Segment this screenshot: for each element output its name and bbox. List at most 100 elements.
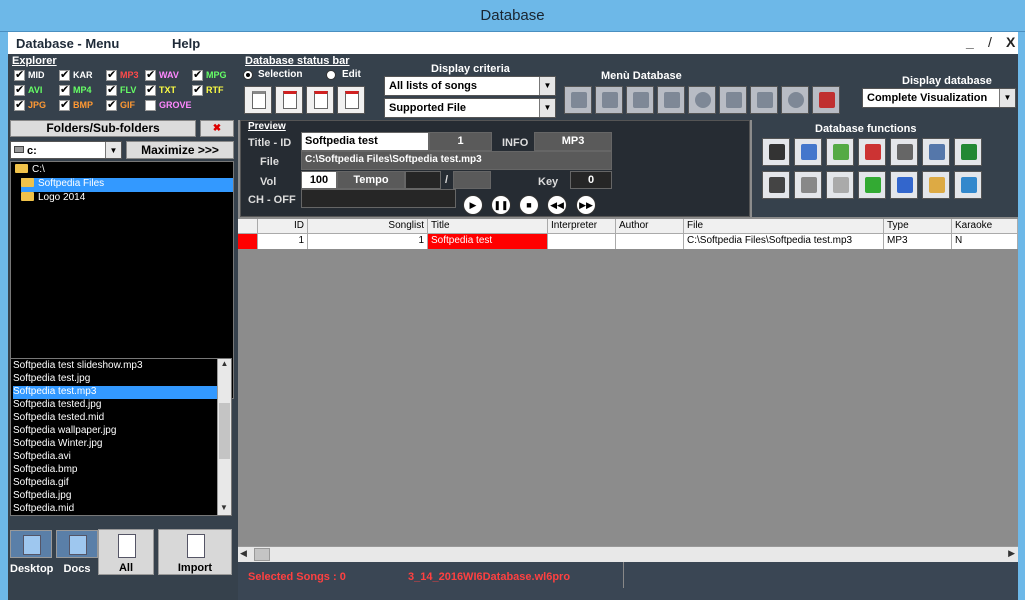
filter-checkbox-mp3[interactable]	[106, 68, 117, 81]
scroll-left-icon[interactable]: ◀	[240, 548, 247, 559]
tools-icon[interactable]	[812, 86, 840, 114]
doc-icon[interactable]	[244, 86, 272, 114]
delete-doc-icon[interactable]	[858, 138, 886, 166]
file-list-item[interactable]: Softpedia test.mp3	[13, 386, 217, 399]
drive-select[interactable]: c: ▼	[10, 141, 122, 159]
rewind-icon[interactable]: ◀◀	[547, 195, 567, 215]
file-list-scrollbar[interactable]: ▲ ▼	[217, 359, 231, 515]
disc-icon[interactable]	[781, 86, 809, 114]
file-list-item[interactable]: Softpedia test slideshow.mp3	[13, 360, 217, 373]
file-list-item[interactable]: Softpedia.bmp	[13, 464, 217, 477]
table-horizontal-scrollbar[interactable]: ◀ ▶	[238, 546, 1018, 562]
import-arrow-icon[interactable]	[762, 138, 790, 166]
search-icon[interactable]	[922, 138, 950, 166]
inbox-icon[interactable]	[626, 86, 654, 114]
tree-item[interactable]: Logo 2014	[21, 192, 233, 206]
table-cell-karaoke[interactable]: N	[952, 234, 1018, 249]
tempo-field[interactable]	[405, 171, 441, 189]
display-database-select[interactable]: Complete Visualization ▼	[862, 88, 1016, 108]
column-header-karaoke[interactable]: Karaoke	[952, 219, 1018, 234]
filter-checkbox-kar[interactable]	[59, 68, 70, 81]
filter-checkbox-flv[interactable]	[106, 83, 117, 96]
disc-edit-icon[interactable]	[794, 138, 822, 166]
filter-checkbox-grove[interactable]	[145, 100, 156, 111]
doc-edit-icon[interactable]	[337, 86, 365, 114]
file-list-item[interactable]: Softpedia.avi	[13, 451, 217, 464]
table-cell-file[interactable]: C:\Softpedia Files\Softpedia test.mp3	[684, 234, 884, 249]
file-list-item[interactable]: Softpedia test.jpg	[13, 373, 217, 386]
chart-icon[interactable]	[858, 171, 886, 199]
pause-icon[interactable]: ❚❚	[491, 195, 511, 215]
scroll-up-icon[interactable]: ▲	[218, 359, 231, 371]
vol-field[interactable]: 100	[301, 171, 337, 189]
tree-item[interactable]: Softpedia Files	[21, 178, 233, 192]
notes-icon[interactable]	[826, 171, 854, 199]
maximize-button[interactable]: Maximize >>>	[126, 141, 234, 159]
close-button[interactable]: X	[1006, 34, 1015, 50]
stop-icon[interactable]: ■	[519, 195, 539, 215]
filter-checkbox-wav[interactable]	[145, 68, 156, 81]
book-icon[interactable]	[595, 86, 623, 114]
chevron-down-icon[interactable]: ▼	[999, 89, 1015, 107]
file-list[interactable]: ▲ ▼ Softpedia test slideshow.mp3 Softpedi…	[10, 358, 232, 516]
file-list-item[interactable]: Softpedia wallpaper.jpg	[13, 425, 217, 438]
table-icon[interactable]	[922, 171, 950, 199]
recycle-icon[interactable]	[826, 138, 854, 166]
filter-checkbox-mpg[interactable]	[192, 68, 203, 81]
file-list-item[interactable]: Softpedia.gif	[13, 477, 217, 490]
monitor-icon[interactable]	[954, 171, 982, 199]
export-icon[interactable]	[954, 138, 982, 166]
column-header-type[interactable]: Type	[884, 219, 952, 234]
page-icon[interactable]	[657, 86, 685, 114]
column-header-file[interactable]: File	[684, 219, 884, 234]
table-cell-type[interactable]: MP3	[884, 234, 952, 249]
filter-checkbox-gif[interactable]	[106, 98, 117, 111]
tempo-field-2[interactable]	[453, 171, 491, 189]
file-list-item[interactable]: Softpedia tested.jpg	[13, 399, 217, 412]
scroll-down-icon[interactable]: ▼	[218, 503, 230, 515]
clear-button[interactable]: ✖	[200, 120, 234, 137]
file-list-item[interactable]: Softpedia Winter.jpg	[13, 438, 217, 451]
filter-checkbox-avi[interactable]	[14, 83, 25, 96]
column-header-songlist[interactable]: Songlist	[308, 219, 428, 234]
table-cell-id[interactable]: 1	[258, 234, 308, 249]
filter-checkbox-txt[interactable]	[145, 83, 156, 96]
filter-checkbox-jpg[interactable]	[14, 98, 25, 111]
folders-subfolders-button[interactable]: Folders/Sub-folders	[10, 120, 196, 137]
filter-checkbox-mp4[interactable]	[59, 83, 70, 96]
file-list-item[interactable]: Softpedia.jpg	[13, 490, 217, 503]
menu-database[interactable]: Database - Menu	[16, 36, 119, 51]
table-cell-author[interactable]	[616, 234, 684, 249]
browser-icon[interactable]	[890, 171, 918, 199]
filter-checkbox-bmp[interactable]	[59, 98, 70, 111]
ch-field[interactable]	[301, 189, 456, 208]
column-header-author[interactable]: Author	[616, 219, 684, 234]
table-cell-interpreter[interactable]	[548, 234, 616, 249]
file-filter-select[interactable]: Supported File ▼	[384, 98, 556, 118]
file-list-item[interactable]: Softpedia tested.mid	[13, 412, 217, 425]
undo-icon[interactable]	[564, 86, 592, 114]
menu-help[interactable]: Help	[172, 36, 200, 51]
chevron-down-icon[interactable]: ▼	[539, 77, 555, 95]
doc-red-icon[interactable]	[275, 86, 303, 114]
radio-edit[interactable]	[326, 70, 336, 80]
filter-checkbox-rtf[interactable]	[192, 83, 203, 96]
play-icon[interactable]: ▶	[463, 195, 483, 215]
title-field[interactable]: Softpedia test	[301, 132, 429, 151]
database-icon[interactable]	[688, 86, 716, 114]
spellcheck-icon[interactable]	[890, 138, 918, 166]
minimize-button[interactable]: _	[966, 34, 974, 50]
column-header-title[interactable]: Title	[428, 219, 548, 234]
scroll-right-icon[interactable]: ▶	[1008, 548, 1015, 559]
restore-button[interactable]: /	[988, 34, 992, 50]
column-header-id[interactable]: ID	[258, 219, 308, 234]
filter-checkbox-mid[interactable]	[14, 68, 25, 81]
doc-import-icon[interactable]	[719, 86, 747, 114]
file-list-item[interactable]: Softpedia.mid	[13, 503, 217, 516]
key-field[interactable]: 0	[570, 171, 612, 189]
column-header-marker[interactable]	[238, 219, 258, 234]
tile-desktop[interactable]	[10, 530, 52, 558]
doc-arrow-icon[interactable]	[306, 86, 334, 114]
table-cell-title[interactable]: Softpedia test	[428, 234, 548, 249]
tile-docs[interactable]	[56, 530, 98, 558]
